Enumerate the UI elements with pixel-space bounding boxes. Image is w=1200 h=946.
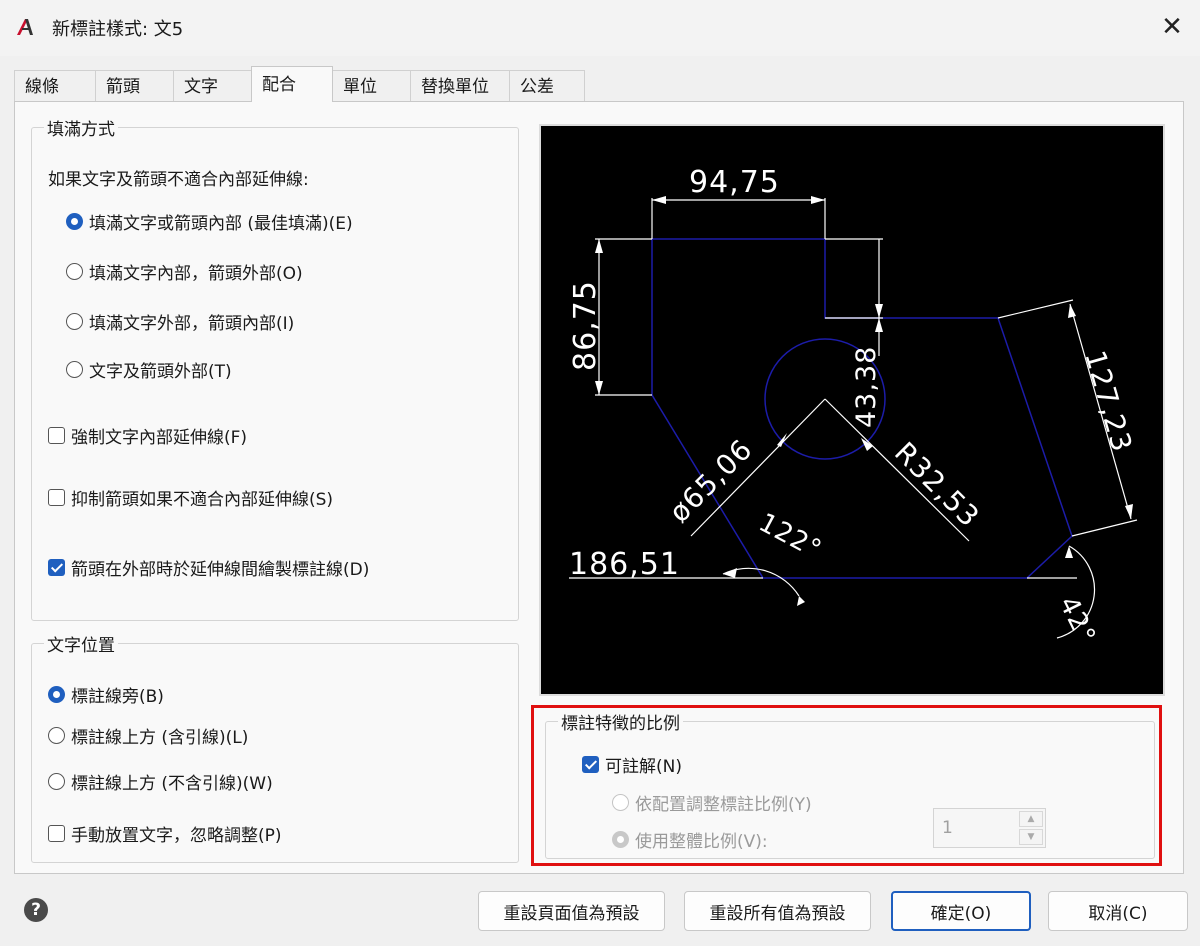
stepper-up-icon[interactable]: ▲ <box>1019 811 1043 827</box>
radio-label: 使用整體比例(V): <box>635 832 768 852</box>
title-bar: 新標註樣式: 文5 ✕ <box>0 0 1200 56</box>
preview-dim-length: 186,51 <box>569 547 680 582</box>
ok-button[interactable]: 確定(O) <box>891 891 1031 931</box>
tab-lines[interactable]: 線條 <box>14 70 96 102</box>
radio-icon <box>48 727 65 744</box>
radio-icon <box>66 263 83 280</box>
radio-icon <box>66 313 83 330</box>
radio-fit-text-inside[interactable]: 填滿文字內部，箭頭外部(O) <box>66 259 303 284</box>
autocad-icon <box>14 16 36 38</box>
radio-label: 文字及箭頭外部(T) <box>89 362 232 382</box>
check-annotative[interactable]: 可註解(N) <box>582 752 682 777</box>
checkbox-label: 可註解(N) <box>605 757 682 777</box>
reset-page-button[interactable]: 重設頁面值為預設 <box>478 891 665 931</box>
radio-label: 標註線上方 (不含引線)(W) <box>71 774 273 794</box>
fit-prompt: 如果文字及箭頭不適合內部延伸線: <box>48 170 309 190</box>
tab-units[interactable]: 單位 <box>332 70 411 102</box>
tab-alt-units[interactable]: 替換單位 <box>410 70 510 102</box>
tab-tolerances[interactable]: 公差 <box>509 70 585 102</box>
help-icon[interactable]: ? <box>24 898 48 922</box>
checkbox-icon <box>48 489 65 506</box>
check-suppress-arrows[interactable]: 抑制箭頭如果不適合內部延伸線(S) <box>48 485 333 510</box>
checkbox-label: 箭頭在外部時於延伸線間繪製標註線(D) <box>71 560 370 580</box>
checkbox-label: 強制文字內部延伸線(F) <box>71 428 248 448</box>
preview-dim-angle: 122° <box>754 508 827 566</box>
radio-icon <box>612 831 629 848</box>
scale-title: 標註特徵的比例 <box>558 709 683 734</box>
radio-label: 標註線旁(B) <box>71 687 164 707</box>
fit-options-title: 填滿方式 <box>44 115 118 140</box>
check-manual-placement[interactable]: 手動放置文字，忽略調整(P) <box>48 821 282 846</box>
radio-icon <box>612 794 629 811</box>
checkbox-label: 手動放置文字，忽略調整(P) <box>71 826 282 846</box>
tab-text[interactable]: 文字 <box>173 70 252 102</box>
overall-scale-stepper[interactable]: 1 ▲ ▼ <box>933 808 1046 848</box>
radio-label: 填滿文字外部，箭頭內部(I) <box>89 314 295 334</box>
reset-all-button[interactable]: 重設所有值為預設 <box>684 891 871 931</box>
tab-arrows[interactable]: 箭頭 <box>95 70 174 102</box>
check-draw-dim-line[interactable]: 箭頭在外部時於延伸線間繪製標註線(D) <box>48 555 369 580</box>
fit-panel: 填滿方式 如果文字及箭頭不適合內部延伸線: 填滿文字或箭頭內部 (最佳填滿)(E… <box>14 101 1184 874</box>
text-placement-group: 文字位置 標註線旁(B) 標註線上方 (含引線)(L) 標註線上方 (不含引線)… <box>31 631 519 863</box>
preview-dim-top: 94,75 <box>689 165 780 200</box>
radio-fit-both-outside[interactable]: 文字及箭頭外部(T) <box>66 357 232 382</box>
radio-icon <box>48 773 65 790</box>
radio-fit-arrows-inside[interactable]: 填滿文字外部，箭頭內部(I) <box>66 309 294 334</box>
checkbox-icon <box>582 756 599 773</box>
radio-scale-to-layout[interactable]: 依配置調整標註比例(Y) <box>612 790 812 815</box>
dimension-preview: 94,75 86,75 43,38 127,23 ø65,06 R32,53 1… <box>539 124 1165 696</box>
checkbox-icon <box>48 825 65 842</box>
checkbox-icon <box>48 427 65 444</box>
text-placement-title: 文字位置 <box>44 631 118 656</box>
scale-group: 標註特徵的比例 可註解(N) 依配置調整標註比例(Y) 使用整體比例(V): <box>545 709 1155 859</box>
radio-fit-best[interactable]: 填滿文字或箭頭內部 (最佳填滿)(E) <box>66 209 353 234</box>
radio-icon <box>66 361 83 378</box>
close-icon: ✕ <box>1161 12 1183 42</box>
radio-label: 填滿文字或箭頭內部 (最佳填滿)(E) <box>89 214 353 234</box>
stepper-down-icon[interactable]: ▼ <box>1019 829 1043 845</box>
checkbox-icon <box>48 559 65 576</box>
checkbox-label: 抑制箭頭如果不適合內部延伸線(S) <box>71 490 334 510</box>
preview-dim-radius-small: 43,38 <box>851 346 882 428</box>
radio-icon <box>66 213 83 230</box>
preview-dim-left: 86,75 <box>568 280 603 371</box>
close-button[interactable]: ✕ <box>1144 0 1200 54</box>
radio-label: 標註線上方 (含引線)(L) <box>71 728 249 748</box>
radio-overall-scale[interactable]: 使用整體比例(V): <box>612 827 768 852</box>
preview-dim-radius: R32,53 <box>888 436 986 534</box>
preview-dim-slant: 127,23 <box>1078 347 1138 456</box>
fit-options-group: 填滿方式 如果文字及箭頭不適合內部延伸線: 填滿文字或箭頭內部 (最佳填滿)(E… <box>31 115 519 621</box>
check-force-text-inside[interactable]: 強制文字內部延伸線(F) <box>48 423 247 448</box>
radio-icon <box>48 686 65 703</box>
radio-over-without-leader[interactable]: 標註線上方 (不含引線)(W) <box>48 769 273 794</box>
radio-label: 依配置調整標註比例(Y) <box>635 795 812 815</box>
radio-over-with-leader[interactable]: 標註線上方 (含引線)(L) <box>48 723 248 748</box>
radio-label: 填滿文字內部，箭頭外部(O) <box>89 264 303 284</box>
tab-fit[interactable]: 配合 <box>251 66 333 102</box>
radio-beside-dim-line[interactable]: 標註線旁(B) <box>48 682 164 707</box>
window-title: 新標註樣式: 文5 <box>52 19 184 40</box>
overall-scale-value: 1 <box>942 818 953 838</box>
cancel-button[interactable]: 取消(C) <box>1048 891 1188 931</box>
